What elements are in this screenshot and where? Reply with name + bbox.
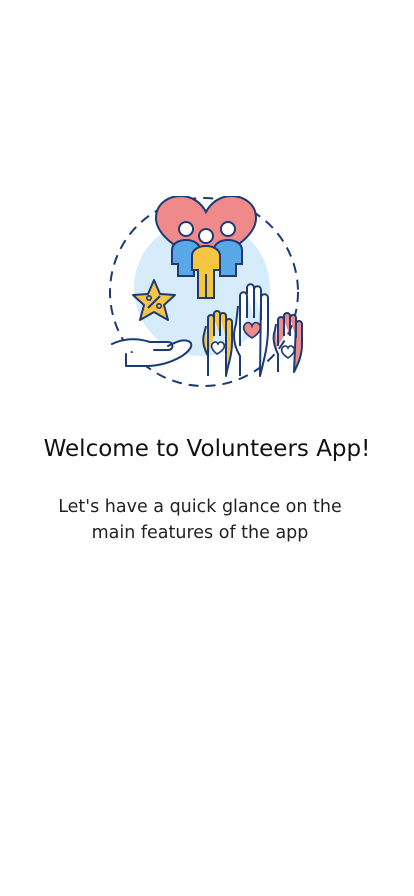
volunteers-illustration [98, 196, 314, 392]
welcome-title: Welcome to Volunteers App! [43, 436, 371, 462]
welcome-subtitle: Let's have a quick glance on the main fe… [58, 497, 342, 543]
onboarding-screen: Welcome to Volunteers App! Let's have a … [0, 0, 414, 896]
volunteers-hands-heart-icon [109, 196, 303, 387]
